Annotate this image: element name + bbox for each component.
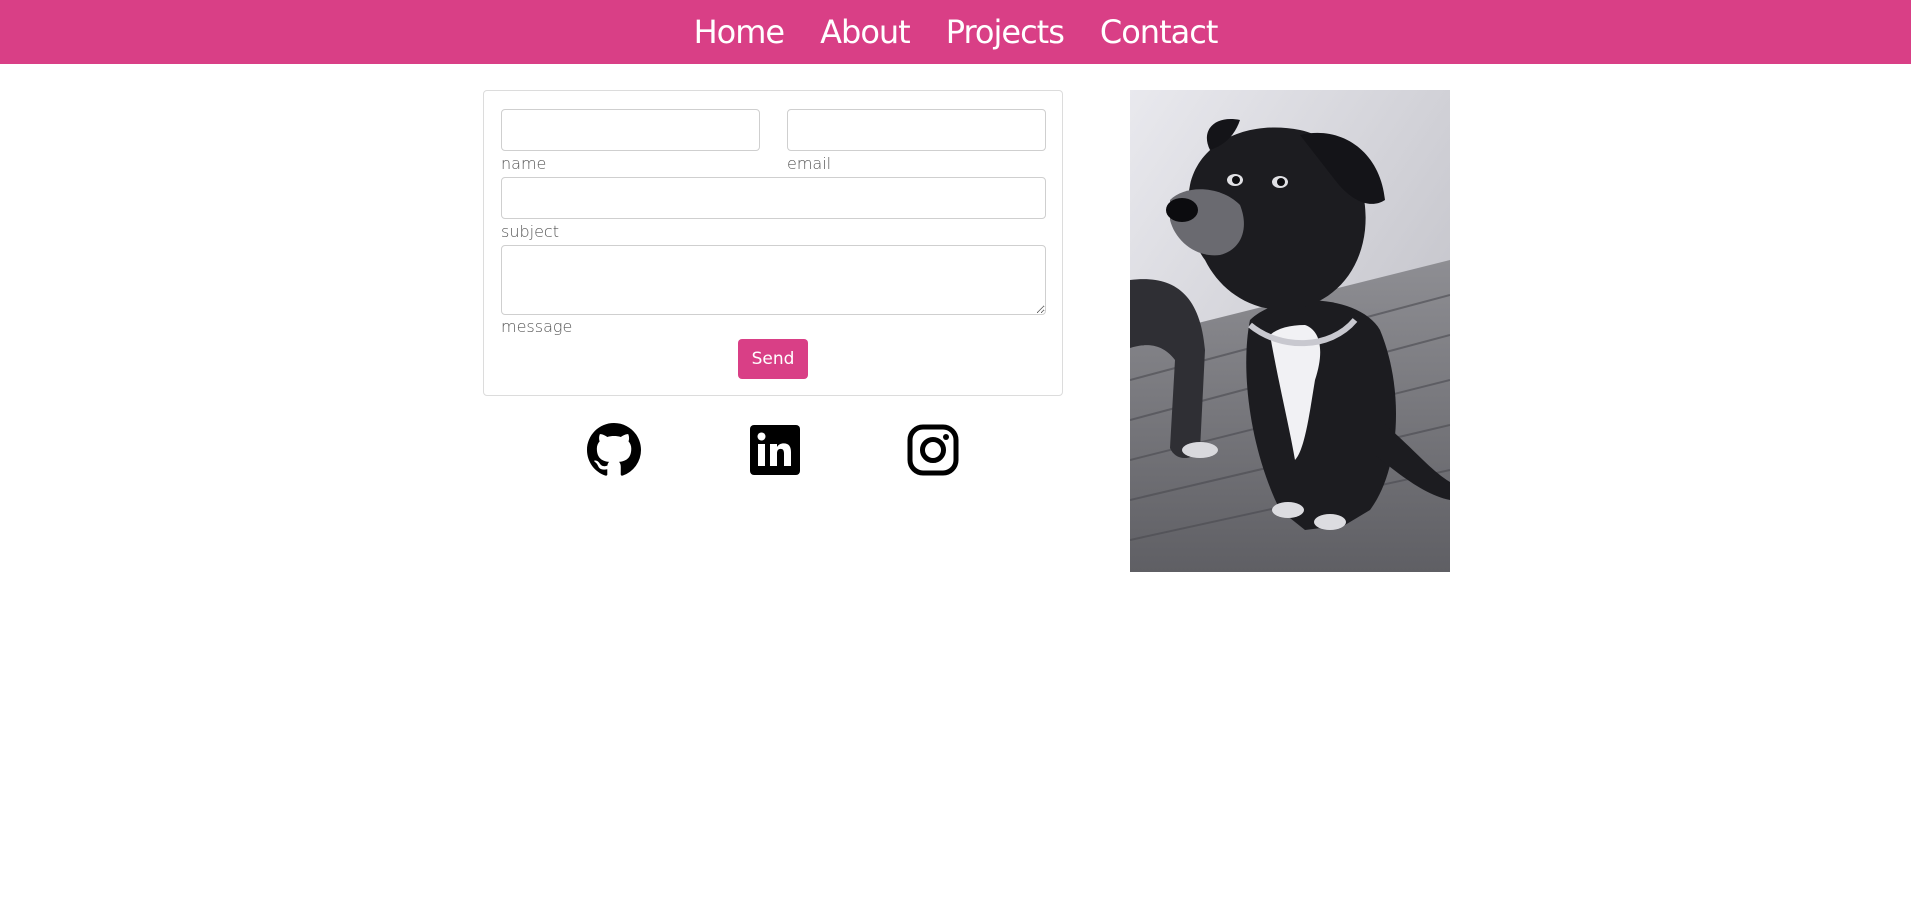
instagram-icon [907, 424, 959, 476]
dog-photo [1130, 90, 1450, 572]
subject-input[interactable] [501, 177, 1046, 219]
message-textarea[interactable] [501, 245, 1046, 315]
contact-form: name email subject message Send [483, 90, 1063, 396]
email-input[interactable] [787, 109, 1046, 151]
name-input[interactable] [501, 109, 760, 151]
github-icon [587, 423, 641, 476]
github-link[interactable] [587, 423, 641, 477]
name-label: name [501, 154, 547, 173]
linkedin-link[interactable] [748, 423, 802, 477]
subject-label: subject [501, 222, 559, 241]
main-nav: Home About Projects Contact [0, 0, 1911, 64]
message-label: message [501, 317, 573, 336]
linkedin-icon [750, 425, 800, 475]
nav-about-link[interactable]: About [820, 0, 911, 64]
nav-home-link[interactable]: Home [694, 0, 785, 64]
email-label: email [787, 154, 832, 173]
nav-projects-link[interactable]: Projects [946, 0, 1065, 64]
nav-contact-link[interactable]: Contact [1100, 0, 1218, 64]
send-button[interactable]: Send [738, 339, 808, 379]
dog-illustration [1130, 90, 1450, 572]
instagram-link[interactable] [906, 423, 960, 477]
